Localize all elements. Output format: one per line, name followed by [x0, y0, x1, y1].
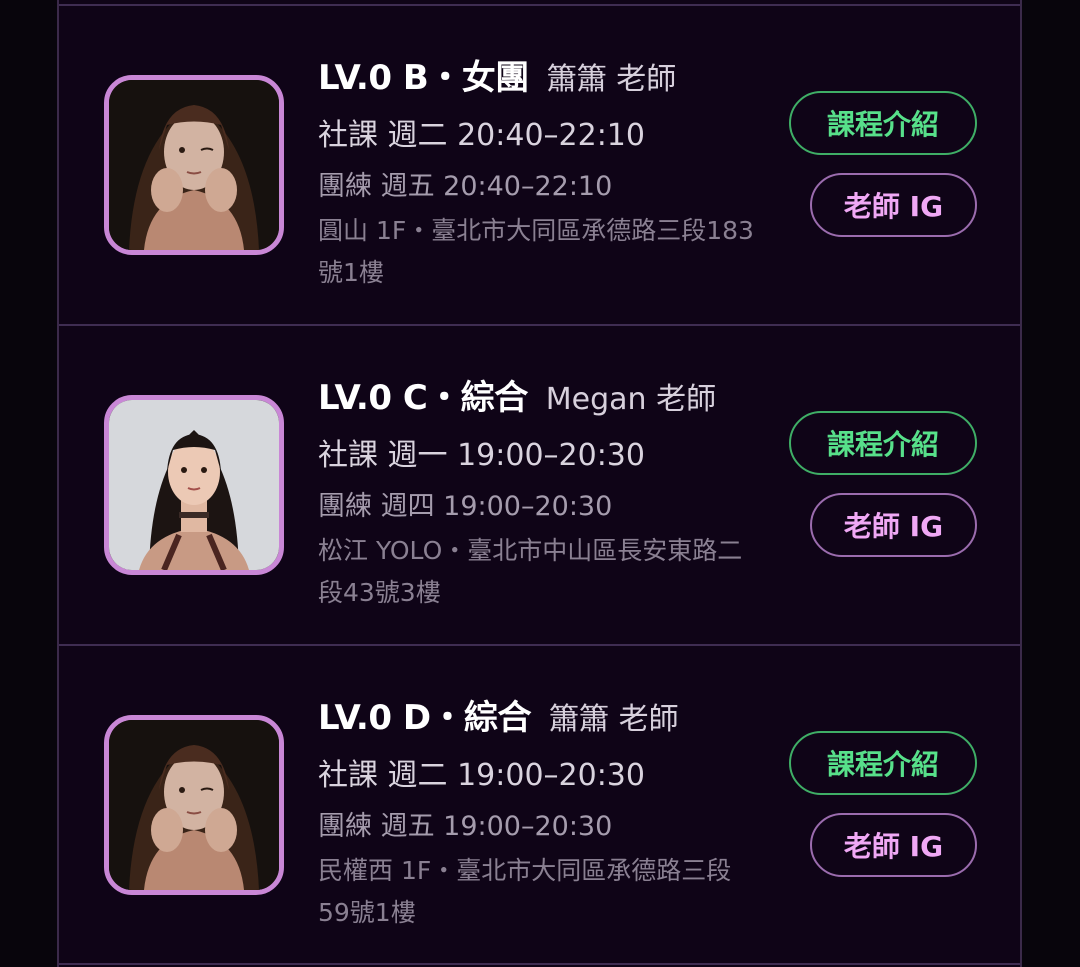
course-card: LV.0 B・女團 簫簫 老師 社課 週二 20:40–22:10 團練 週五 … [59, 6, 1020, 326]
teacher-ig-button[interactable]: 老師 IG [810, 813, 977, 877]
course-header: LV.0 C・綜合 Megan 老師 [318, 370, 716, 419]
teacher-name: 簫簫 老師 [549, 702, 679, 737]
course-intro-button[interactable]: 課程介紹 [789, 91, 977, 155]
course-card: LV.0 C・綜合 Megan 老師 社課 週一 19:00–20:30 團練 … [59, 326, 1020, 646]
page: LV.0 B・女團 簫簫 老師 社課 週二 20:40–22:10 團練 週五 … [0, 0, 1080, 967]
course-title: LV.0 B・女團 [318, 58, 529, 98]
course-address: 圓山 1F・臺北市大同區承德路三段183號1樓 [318, 216, 754, 287]
teacher-photo-megan [109, 400, 279, 570]
team-schedule: 團練 週五 20:40–22:10 [318, 171, 613, 202]
course-intro-button[interactable]: 課程介紹 [789, 731, 977, 795]
teacher-name: 簫簫 老師 [546, 62, 677, 97]
course-header: LV.0 D・綜合 簫簫 老師 [318, 690, 679, 739]
course-header: LV.0 B・女團 簫簫 老師 [318, 50, 676, 99]
team-schedule: 團練 週四 19:00–20:30 [318, 491, 613, 522]
team-schedule: 團練 週五 19:00–20:30 [318, 811, 613, 842]
class-schedule: 社課 週二 19:00–20:30 [318, 758, 645, 793]
teacher-avatar [104, 395, 284, 575]
class-schedule: 社課 週一 19:00–20:30 [318, 438, 645, 473]
teacher-avatar [104, 75, 284, 255]
teacher-avatar [104, 715, 284, 895]
course-address: 松江 YOLO・臺北市中山區長安東路二段43號3樓 [318, 536, 743, 607]
teacher-photo-xiaoxiao [109, 80, 279, 250]
teacher-name: Megan 老師 [545, 382, 717, 417]
teacher-photo-xiaoxiao [109, 720, 279, 890]
teacher-ig-button[interactable]: 老師 IG [810, 173, 977, 237]
divider [59, 963, 1020, 965]
teacher-ig-button[interactable]: 老師 IG [810, 493, 977, 557]
course-intro-button[interactable]: 課程介紹 [789, 411, 977, 475]
course-title: LV.0 D・綜合 [318, 698, 532, 738]
course-address: 民權西 1F・臺北市大同區承德路三段59號1樓 [318, 856, 732, 927]
course-title: LV.0 C・綜合 [318, 378, 528, 418]
course-card: LV.0 D・綜合 簫簫 老師 社課 週二 19:00–20:30 團練 週五 … [59, 646, 1020, 966]
class-schedule: 社課 週二 20:40–22:10 [318, 118, 645, 153]
course-list: LV.0 B・女團 簫簫 老師 社課 週二 20:40–22:10 團練 週五 … [57, 0, 1022, 967]
